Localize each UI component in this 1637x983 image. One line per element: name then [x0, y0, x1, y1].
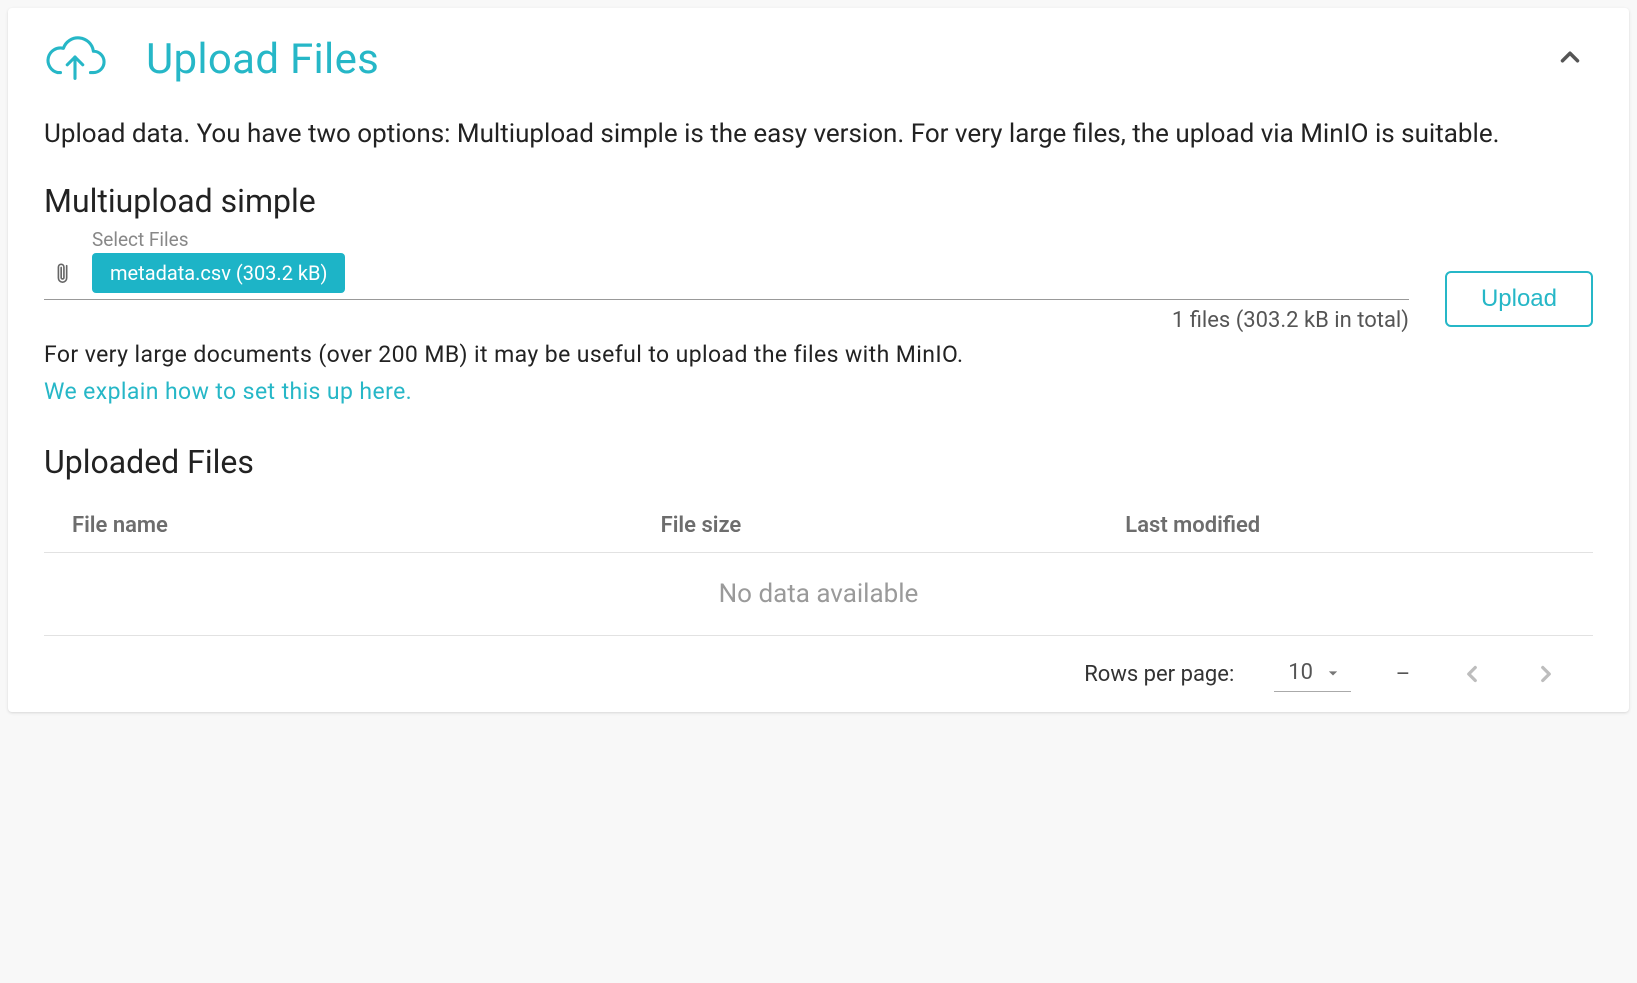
chevron-left-icon[interactable]	[1455, 657, 1489, 691]
table-pagination: Rows per page: 10 –	[44, 636, 1593, 700]
table-row: No data available	[44, 553, 1593, 636]
upload-button[interactable]: Upload	[1445, 271, 1593, 327]
chevron-right-icon[interactable]	[1529, 657, 1563, 691]
col-last-modified[interactable]: Last modified	[1097, 499, 1593, 553]
card-header: Upload Files	[44, 32, 1593, 86]
empty-state-text: No data available	[44, 553, 1593, 636]
minio-note: For very large documents (over 200 MB) i…	[44, 341, 1593, 368]
selected-file-chip[interactable]: metadata.csv (303.2 kB)	[92, 253, 345, 293]
files-summary: 1 files (303.2 kB in total)	[44, 308, 1409, 333]
select-files-label: Select Files	[92, 228, 1409, 251]
card-title: Upload Files	[146, 35, 1547, 84]
chevron-up-icon[interactable]	[1547, 34, 1593, 84]
rows-per-page-select[interactable]: 10	[1274, 656, 1351, 692]
rows-per-page-value: 10	[1288, 660, 1313, 685]
col-file-size[interactable]: File size	[633, 499, 1098, 553]
caret-down-icon	[1323, 663, 1343, 683]
uploaded-files-table: File name File size Last modified No dat…	[44, 499, 1593, 636]
upload-files-card: Upload Files Upload data. You have two o…	[8, 8, 1629, 712]
card-description: Upload data. You have two options: Multi…	[44, 114, 1593, 154]
col-file-name[interactable]: File name	[44, 499, 633, 553]
pagination-range: –	[1391, 662, 1415, 687]
uploader-row: Select Files metadata.csv (303.2 kB) 1 f…	[44, 226, 1593, 333]
minio-setup-link[interactable]: We explain how to set this up here.	[44, 378, 412, 405]
file-input[interactable]: metadata.csv (303.2 kB)	[44, 253, 1409, 300]
paperclip-icon	[44, 258, 74, 288]
multiupload-heading: Multiupload simple	[44, 182, 1593, 220]
cloud-upload-icon	[44, 32, 106, 86]
rows-per-page-label: Rows per page:	[1084, 662, 1234, 687]
uploaded-files-heading: Uploaded Files	[44, 443, 1593, 481]
